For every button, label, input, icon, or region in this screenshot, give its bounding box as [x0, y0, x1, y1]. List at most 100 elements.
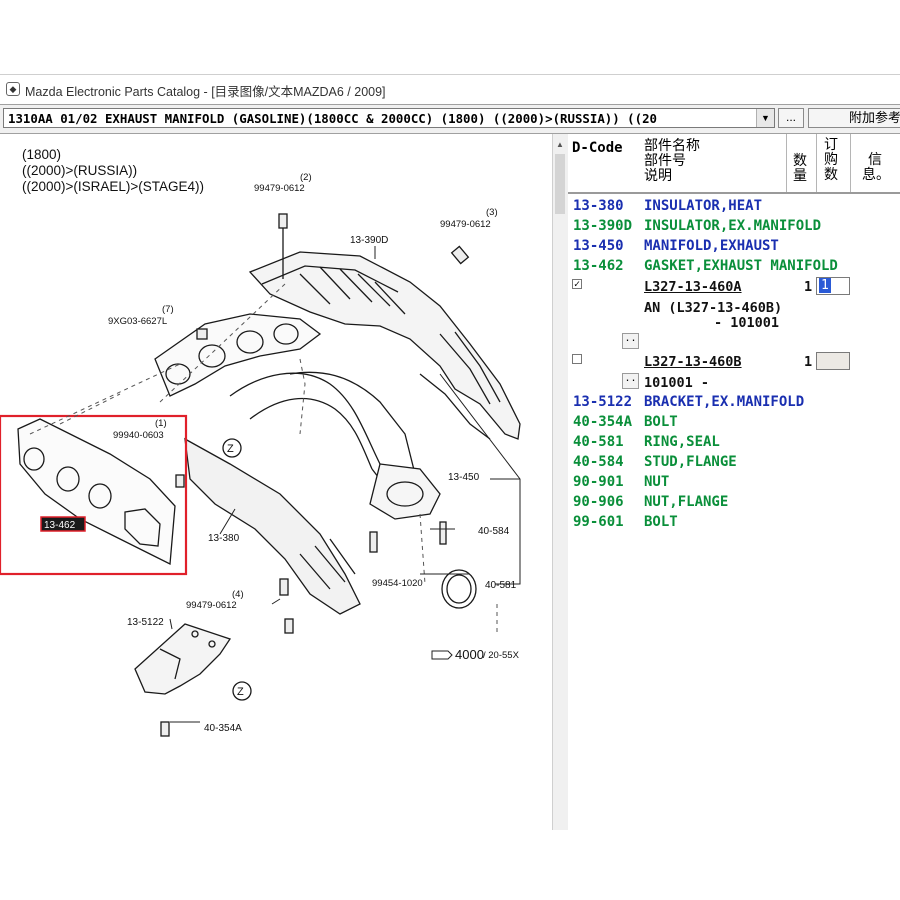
part-dcode: 13-5122: [573, 394, 633, 410]
callout-label: 99479-0612: [186, 600, 237, 611]
part-description: STUD,FLANGE: [644, 454, 737, 470]
part-row[interactable]: 90-906 NUT,FLANGE: [568, 492, 900, 512]
variant-a-note: - 101001: [714, 315, 780, 331]
part-row-selected[interactable]: 13-462 GASKET,EXHAUST MANIFOLD: [568, 256, 900, 276]
highlighted-callout-label[interactable]: 13-462: [44, 520, 76, 531]
callout-label[interactable]: 13-450: [448, 472, 480, 483]
callout-label: 99479-0612: [440, 219, 491, 230]
header-qty-char: 数: [793, 153, 807, 169]
header-info: 信 息。: [862, 152, 890, 183]
part-row[interactable]: 40-584 STUD,FLANGE: [568, 452, 900, 472]
scroll-up-icon[interactable]: ▲: [556, 140, 564, 149]
callout-ref-number: (1): [155, 418, 167, 429]
section-select-value: 1310AA 01/02 EXHAUST MANIFOLD (GASOLINE)…: [8, 111, 658, 126]
part-row[interactable]: 13-450 MANIFOLD,EXHAUST: [568, 236, 900, 256]
part-row[interactable]: 40-581 RING,SEAL: [568, 432, 900, 452]
header-qty-char: 量: [793, 168, 807, 184]
header-order-char: 购: [824, 152, 838, 168]
part-dcode: 13-450: [573, 238, 624, 254]
diagram-canvas: (1800) ((2000)>(RUSSIA)) ((2000)>(ISRAEL…: [0, 147, 521, 737]
variant-a-part-number[interactable]: L327-13-460A: [644, 279, 742, 295]
ref-z-label: Z: [227, 443, 234, 455]
callout-label[interactable]: 40-581: [485, 580, 517, 591]
part-dcode: 40-354A: [573, 414, 633, 430]
part-description: BOLT: [644, 514, 678, 530]
part-row[interactable]: 40-354A BOLT: [568, 412, 900, 432]
pane-splitter-scrollbar[interactable]: ▲: [552, 134, 569, 830]
callout-label[interactable]: 40-584: [478, 526, 510, 537]
part-dcode: 99-601: [573, 514, 624, 530]
variant-a-expand-button[interactable]: ..: [622, 333, 639, 349]
callout-label: 99454-1020: [372, 578, 423, 589]
variant-b-expand-button[interactable]: ..: [622, 373, 639, 389]
condition-line: ((2000)>(RUSSIA)): [22, 163, 137, 178]
callout-label: 99479-0612: [254, 183, 305, 194]
header-info-char: 息。: [862, 167, 890, 183]
variant-b-qty: 1: [804, 354, 813, 370]
app-icon: ◆: [6, 82, 20, 96]
ref-z-label: Z: [237, 686, 244, 698]
condition-line: (1800): [22, 147, 61, 162]
callout-label[interactable]: 13-390D: [350, 235, 388, 246]
header-name-line: 部件名称: [644, 138, 700, 154]
callout-label: 99940-0603: [113, 430, 164, 441]
part-description: RING,SEAL: [644, 434, 720, 450]
callout-label[interactable]: 40-354A: [204, 723, 242, 734]
header-name-line: 部件号: [644, 153, 686, 169]
part-description: NUT,FLANGE: [644, 494, 729, 510]
section-toolbar: 1310AA 01/02 EXHAUST MANIFOLD (GASOLINE)…: [0, 104, 900, 134]
part-description: MANIFOLD,EXHAUST: [644, 238, 779, 254]
chevron-down-icon[interactable]: ▼: [756, 109, 774, 127]
header-dcode: D-Code: [572, 140, 623, 156]
callout-ref-number: (7): [162, 304, 174, 315]
part-dcode: 40-584: [573, 454, 624, 470]
lower-heat-insulator-drawing: [184, 437, 361, 615]
part-row[interactable]: 13-390D INSULATOR,EX.MANIFOLD: [568, 216, 900, 236]
variant-a-order-qty-input[interactable]: 1: [816, 277, 850, 295]
part-row[interactable]: 99-601 BOLT: [568, 512, 900, 532]
header-divider: [816, 134, 817, 192]
part-dcode: 90-901: [573, 474, 624, 490]
variant-a-checkbox[interactable]: ✓: [572, 279, 582, 290]
variant-b-part-number[interactable]: L327-13-460B: [644, 354, 742, 370]
part-description: BOLT: [644, 414, 678, 430]
browse-button[interactable]: ...: [778, 108, 804, 128]
part-description: BRACKET,EX.MANIFOLD: [644, 394, 805, 410]
callout-label[interactable]: 13-380: [208, 533, 240, 544]
part-row[interactable]: 13-5122 BRACKET,EX.MANIFOLD: [568, 392, 900, 412]
header-order-char: 数: [824, 167, 838, 183]
window-title: Mazda Electronic Parts Catalog - [目录图像/文…: [25, 85, 386, 99]
section-select[interactable]: 1310AA 01/02 EXHAUST MANIFOLD (GASOLINE)…: [3, 108, 775, 128]
part-description: NUT: [644, 474, 670, 490]
header-order-quantity: 订 购 数: [822, 138, 840, 183]
variant-b-note: 101001 -: [644, 375, 710, 391]
exhaust-manifold-drawing: [154, 313, 441, 520]
callout-label: / 20-55X: [483, 650, 520, 661]
part-row[interactable]: 13-380 INSULATOR,HEAT: [568, 196, 900, 216]
header-info-char: 信: [868, 152, 882, 168]
part-description: INSULATOR,HEAT: [644, 198, 763, 214]
part-row[interactable]: 90-901 NUT: [568, 472, 900, 492]
exploded-parts-diagram[interactable]: (1800) ((2000)>(RUSSIA)) ((2000)>(ISRAEL…: [0, 134, 552, 830]
extra-info-button[interactable]: 附加参考: [808, 108, 900, 128]
scrollbar-thumb[interactable]: [555, 154, 565, 214]
window-title-bar: ◆ Mazda Electronic Parts Catalog - [目录图像…: [0, 74, 900, 103]
variant-b-order-qty-input[interactable]: [816, 352, 850, 370]
variant-a-qty: 1: [804, 279, 813, 295]
callout-ref-number: (4): [232, 589, 244, 600]
variant-b-checkbox[interactable]: [572, 354, 582, 364]
header-name-line: 说明: [644, 168, 672, 184]
part-dcode: 13-462: [573, 258, 624, 274]
part-dcode: 13-390D: [573, 218, 633, 234]
bracket-drawing: [134, 623, 232, 695]
header-divider: [786, 134, 787, 192]
callout-ref-number: (3): [486, 207, 498, 218]
variant-a-note: AN (L327-13-460B): [644, 300, 783, 316]
callout-label[interactable]: 4000: [455, 647, 484, 662]
callout-label: 9XG03-6627L: [108, 316, 167, 327]
window-bottom-area: [0, 830, 900, 900]
part-dcode: 40-581: [573, 434, 624, 450]
part-dcode: 90-906: [573, 494, 624, 510]
part-description: GASKET,EXHAUST MANIFOLD: [644, 258, 838, 274]
callout-label[interactable]: 13-5122: [127, 617, 164, 628]
